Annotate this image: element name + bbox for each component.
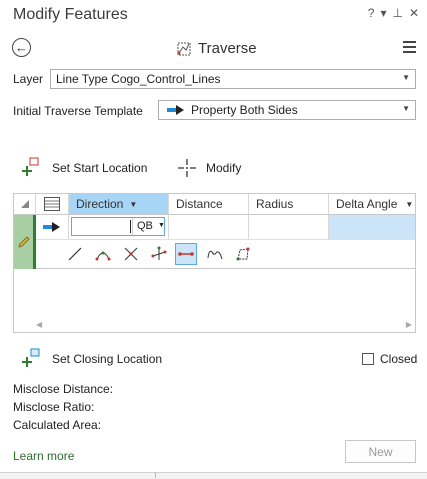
template-label: Initial Traverse Template bbox=[13, 104, 143, 118]
layer-value: Line Type Cogo_Control_Lines bbox=[56, 72, 221, 86]
radius-cell[interactable] bbox=[249, 215, 329, 240]
set-closing-location-icon bbox=[22, 348, 40, 367]
direction-unit[interactable]: QB bbox=[137, 220, 153, 232]
line-segment-icon[interactable] bbox=[65, 244, 85, 264]
calculated-area-label: Calculated Area: bbox=[13, 418, 102, 432]
hamburger-menu-icon[interactable] bbox=[403, 41, 416, 53]
tool-title: Traverse bbox=[198, 40, 257, 57]
chevron-down-icon[interactable]: ▼ bbox=[158, 222, 165, 229]
title-controls: ? ▾ ⊥ ✕ bbox=[368, 6, 419, 20]
direction-cell[interactable]: QB ▼ bbox=[69, 215, 169, 240]
pin-icon[interactable]: ⊥ bbox=[392, 6, 402, 20]
property-both-sides-icon bbox=[167, 105, 184, 115]
set-start-location-button[interactable]: Set Start Location bbox=[22, 157, 147, 179]
closed-checkbox-wrapper[interactable]: Closed bbox=[362, 352, 417, 366]
tool-header: Traverse bbox=[176, 40, 257, 57]
column-radius[interactable]: Radius bbox=[249, 194, 329, 215]
closed-label: Closed bbox=[380, 352, 418, 366]
chevron-down-icon: ▼ bbox=[405, 199, 414, 209]
chevron-down-icon: ▼ bbox=[402, 104, 410, 113]
column-distance[interactable]: Distance bbox=[169, 194, 249, 215]
set-closing-location-button[interactable]: Set Closing Location bbox=[22, 348, 162, 370]
template-value: Property Both Sides bbox=[191, 103, 298, 117]
grid-table-icon-header[interactable] bbox=[36, 194, 69, 215]
modify-crosshair-icon bbox=[178, 159, 196, 177]
column-delta-angle[interactable]: Delta Angle ▼ bbox=[329, 194, 415, 215]
polygon-close-icon[interactable] bbox=[233, 244, 253, 264]
close-icon[interactable]: ✕ bbox=[409, 6, 419, 20]
traverse-grid: Direction ▼ Distance Radius Delta Angle … bbox=[13, 193, 416, 333]
learn-more-link[interactable]: Learn more bbox=[13, 449, 74, 463]
closed-checkbox[interactable] bbox=[362, 353, 374, 365]
corner-triangle-icon bbox=[20, 200, 29, 208]
tangent-icon[interactable] bbox=[149, 244, 169, 264]
layer-label: Layer bbox=[13, 72, 44, 86]
pencil-icon bbox=[18, 236, 30, 248]
column-direction[interactable]: Direction ▼ bbox=[69, 194, 169, 215]
layer-dropdown[interactable]: Line Type Cogo_Control_Lines ▼ bbox=[50, 69, 416, 89]
tab-divider bbox=[155, 472, 156, 478]
distance-cell[interactable] bbox=[169, 215, 249, 240]
new-button[interactable]: New bbox=[345, 440, 416, 463]
pane-title: Modify Features bbox=[13, 6, 128, 23]
segment-constrained-icon[interactable] bbox=[175, 243, 197, 265]
direction-input[interactable]: QB ▼ bbox=[71, 217, 165, 236]
horizontal-scrollbar[interactable]: ◀ ▶ bbox=[14, 318, 415, 332]
grid-corner bbox=[14, 194, 36, 215]
spiral-icon[interactable] bbox=[205, 244, 225, 264]
column-radius-label: Radius bbox=[256, 197, 294, 211]
back-arrow-icon[interactable]: ← bbox=[12, 38, 31, 57]
help-icon[interactable]: ? bbox=[368, 6, 375, 20]
unit-separator bbox=[132, 218, 133, 235]
delta-angle-cell[interactable] bbox=[329, 215, 415, 240]
modify-button[interactable]: Modify bbox=[176, 157, 241, 179]
modify-label: Modify bbox=[206, 161, 242, 175]
set-start-location-label: Set Start Location bbox=[52, 161, 148, 175]
pane-menu-icon[interactable]: ▾ bbox=[380, 6, 386, 20]
set-closing-location-label: Set Closing Location bbox=[52, 352, 163, 366]
text-caret bbox=[130, 220, 131, 233]
two-line-arc-icon[interactable] bbox=[93, 244, 113, 264]
scroll-right-icon[interactable]: ▶ bbox=[406, 320, 412, 329]
column-direction-label: Direction bbox=[76, 197, 124, 211]
column-delta-angle-label: Delta Angle bbox=[336, 197, 398, 211]
property-both-sides-icon bbox=[43, 222, 60, 232]
row-selector[interactable] bbox=[14, 215, 36, 269]
chevron-down-icon: ▼ bbox=[402, 73, 410, 82]
chevron-down-icon: ▼ bbox=[129, 199, 138, 209]
row-segment-type[interactable] bbox=[36, 215, 69, 240]
intersect-icon[interactable] bbox=[121, 244, 141, 264]
column-distance-label: Distance bbox=[176, 197, 223, 211]
set-start-location-icon bbox=[22, 157, 39, 176]
table-icon bbox=[44, 197, 60, 211]
template-dropdown[interactable]: Property Both Sides ▼ bbox=[158, 100, 416, 120]
scroll-left-icon[interactable]: ◀ bbox=[36, 320, 42, 329]
misclose-ratio-label: Misclose Ratio: bbox=[13, 400, 95, 414]
traverse-icon bbox=[177, 42, 191, 55]
misclose-distance-label: Misclose Distance: bbox=[13, 382, 114, 396]
